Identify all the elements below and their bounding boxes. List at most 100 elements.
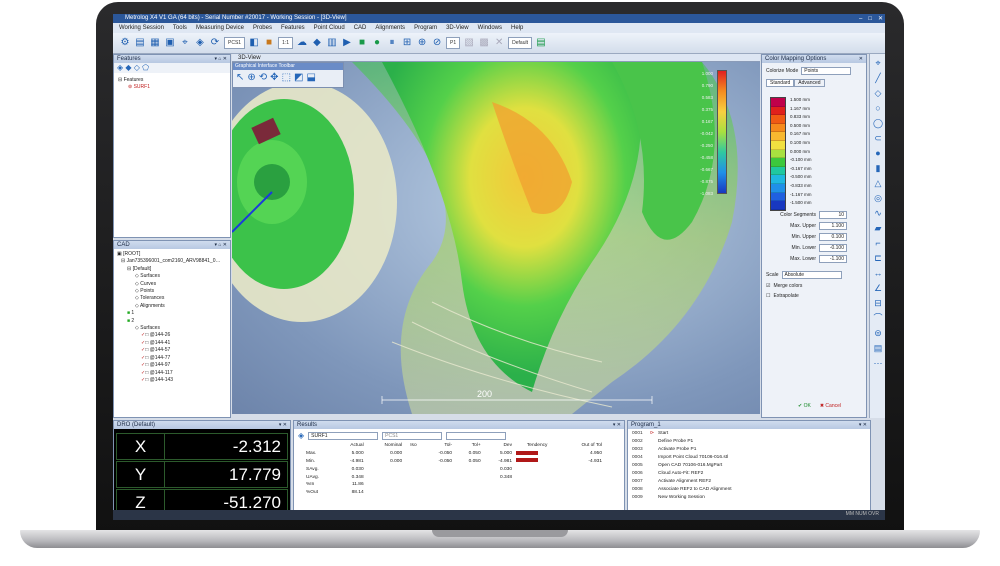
- point-icon[interactable]: ⌖: [872, 57, 884, 69]
- pin-icon[interactable]: ▾ ✕: [613, 421, 621, 429]
- tree-item[interactable]: ✓□ @144-41: [117, 340, 230, 347]
- pin-icon[interactable]: ▾ ⌂ ✕: [215, 55, 228, 63]
- tree-item[interactable]: ◇ Curves: [117, 281, 230, 288]
- pause-icon[interactable]: ⏸: [386, 37, 398, 49]
- tree-item[interactable]: ✓□ @144-26: [117, 332, 230, 339]
- tree-item[interactable]: ⊟ Jan735396001_com2160_ARV98841_0…: [117, 258, 230, 265]
- align-icon[interactable]: ⊞: [401, 37, 413, 49]
- menu-probes[interactable]: Probes: [253, 23, 272, 33]
- 3d-viewport[interactable]: 200: [232, 62, 760, 414]
- table-row[interactable]: %Out 88.14: [304, 489, 604, 497]
- color-scale-value[interactable]: 0.833 mm: [790, 114, 810, 119]
- table-row[interactable]: SAvg. 0.030 0.030: [304, 465, 604, 473]
- program-step[interactable]: 0001 ⊳ Start: [632, 430, 866, 438]
- color-scale-value[interactable]: 1.500 mm: [790, 97, 810, 102]
- merge-colors-checkbox[interactable]: ☑: [766, 283, 770, 289]
- angle-icon[interactable]: ∠: [872, 282, 884, 294]
- select-icon[interactable]: ⬚: [282, 72, 291, 83]
- colorize-mode-select[interactable]: Points: [801, 67, 852, 75]
- ellipse-icon[interactable]: ◯: [872, 117, 884, 129]
- program-step[interactable]: 0007 Activate Alignment REF2: [632, 478, 866, 486]
- menu-cad[interactable]: CAD: [354, 23, 367, 33]
- tree-item[interactable]: ⊚ SURF1: [118, 84, 230, 91]
- table-row[interactable]: UAvg. 0.348 0.348: [304, 473, 604, 481]
- color-swatch[interactable]: [771, 201, 785, 210]
- pin-icon[interactable]: ⊘: [431, 37, 443, 49]
- curve-icon[interactable]: ∿: [872, 207, 884, 219]
- report-icon[interactable]: ▤: [872, 342, 884, 354]
- pin-icon[interactable]: ▾ ⌂ ✕: [215, 241, 228, 249]
- color-swatch[interactable]: [771, 106, 785, 116]
- cloud-icon[interactable]: ☁: [296, 37, 308, 49]
- cube-icon[interactable]: ◧: [248, 37, 260, 49]
- color-scale-value[interactable]: -1.500 mm: [790, 200, 812, 205]
- rotate-icon[interactable]: ⟲: [259, 72, 267, 83]
- tree-item[interactable]: ◇ Tolerances: [117, 295, 230, 302]
- pin-icon[interactable]: ▾ ✕: [279, 421, 287, 429]
- line-icon[interactable]: ╱: [872, 72, 884, 84]
- color-scale-value[interactable]: 0.500 mm: [790, 123, 810, 128]
- cursor-icon[interactable]: ↖: [236, 72, 244, 83]
- tree-item[interactable]: ■ 2: [117, 318, 230, 325]
- frame-select[interactable]: PCS1: [382, 431, 443, 440]
- color-swatch[interactable]: [771, 132, 785, 141]
- color-swatch[interactable]: [771, 192, 785, 202]
- tree-item[interactable]: ⊟ [Default]: [117, 266, 230, 273]
- gap-icon[interactable]: ⊏: [872, 252, 884, 264]
- close-icon[interactable]: ✕: [859, 55, 863, 63]
- color-swatch[interactable]: [771, 183, 785, 193]
- color-scale-value[interactable]: -0.167 mm: [790, 166, 812, 171]
- cone-icon[interactable]: △: [872, 177, 884, 189]
- menu-working-session[interactable]: Working Session: [119, 23, 164, 33]
- tree-item[interactable]: ✓□ @144-143: [117, 377, 230, 384]
- table-row[interactable]: Min. -4.981 0.000 -0.050 0.050 -4.981 -4.931: [304, 458, 604, 466]
- program-step[interactable]: 0003 Activate Probe P1: [632, 446, 866, 454]
- section-icon[interactable]: ◩: [294, 72, 303, 83]
- play-icon[interactable]: ▶: [341, 37, 353, 49]
- tab-3d-view[interactable]: 3D-View: [232, 54, 760, 62]
- tree-item[interactable]: ▣ [ROOT]: [117, 251, 230, 258]
- max-upper-input[interactable]: 1.100: [819, 222, 847, 230]
- tree-item[interactable]: ◇ Surfaces: [117, 325, 230, 332]
- plane-icon[interactable]: ◇: [872, 87, 884, 99]
- view-select[interactable]: Default: [508, 37, 532, 49]
- zoom-select[interactable]: 1:1: [278, 37, 294, 49]
- fit-icon[interactable]: ⬓: [306, 72, 315, 83]
- menu-tools[interactable]: Tools: [173, 23, 187, 33]
- color-scale-value[interactable]: 0.167 mm: [790, 131, 810, 136]
- menu-windows[interactable]: Windows: [478, 23, 502, 33]
- tree-item[interactable]: ◇ Alignments: [117, 303, 230, 310]
- ok-button[interactable]: ✔ OK: [798, 403, 811, 409]
- pan-icon[interactable]: ✥: [270, 72, 278, 83]
- color-swatch[interactable]: [771, 123, 785, 133]
- color-swatch[interactable]: [771, 175, 785, 184]
- compare-icon[interactable]: ⊜: [872, 327, 884, 339]
- program-step[interactable]: 0002 Define Probe P1: [632, 438, 866, 446]
- color-segments-input[interactable]: 10: [819, 211, 847, 219]
- menu-measuring-device[interactable]: Measuring Device: [196, 23, 244, 33]
- new-icon[interactable]: ▤: [134, 37, 146, 49]
- distance-icon[interactable]: ↔: [872, 267, 884, 279]
- table-row[interactable]: Max. 5.000 0.000 -0.050 0.050 5.000 4.950: [304, 450, 604, 458]
- program-step[interactable]: 0004 Import Point Cloud 70106-016.stl: [632, 454, 866, 462]
- color-swatch[interactable]: [771, 149, 785, 159]
- results-filter-input[interactable]: [446, 431, 507, 440]
- tree-item[interactable]: ✓□ @144-77: [117, 355, 230, 362]
- program-step[interactable]: 0009 New Working Session: [632, 494, 866, 502]
- program-step[interactable]: 0005 Open CAD 70106-016.MgPart: [632, 462, 866, 470]
- grid-icon[interactable]: ▩: [478, 37, 490, 49]
- tree-item[interactable]: ✓□ @144-97: [117, 362, 230, 369]
- section-icon[interactable]: ▥: [326, 37, 338, 49]
- color-scale-value[interactable]: -1.167 mm: [790, 192, 812, 197]
- cylinder-icon[interactable]: ▮: [872, 162, 884, 174]
- tree-item[interactable]: ✓□ @144-117: [117, 370, 230, 377]
- tab-standard[interactable]: Standard: [766, 79, 795, 87]
- min-lower-input[interactable]: -0.100: [819, 244, 847, 252]
- color-swatch[interactable]: [771, 166, 785, 176]
- open-icon[interactable]: ▦: [149, 37, 161, 49]
- gear-icon[interactable]: ⚙: [119, 37, 131, 49]
- export-icon[interactable]: ▤: [535, 37, 547, 49]
- sphere-icon[interactable]: ●: [872, 147, 884, 159]
- target-icon[interactable]: ⊕: [416, 37, 428, 49]
- refresh-icon[interactable]: ⟳: [209, 37, 221, 49]
